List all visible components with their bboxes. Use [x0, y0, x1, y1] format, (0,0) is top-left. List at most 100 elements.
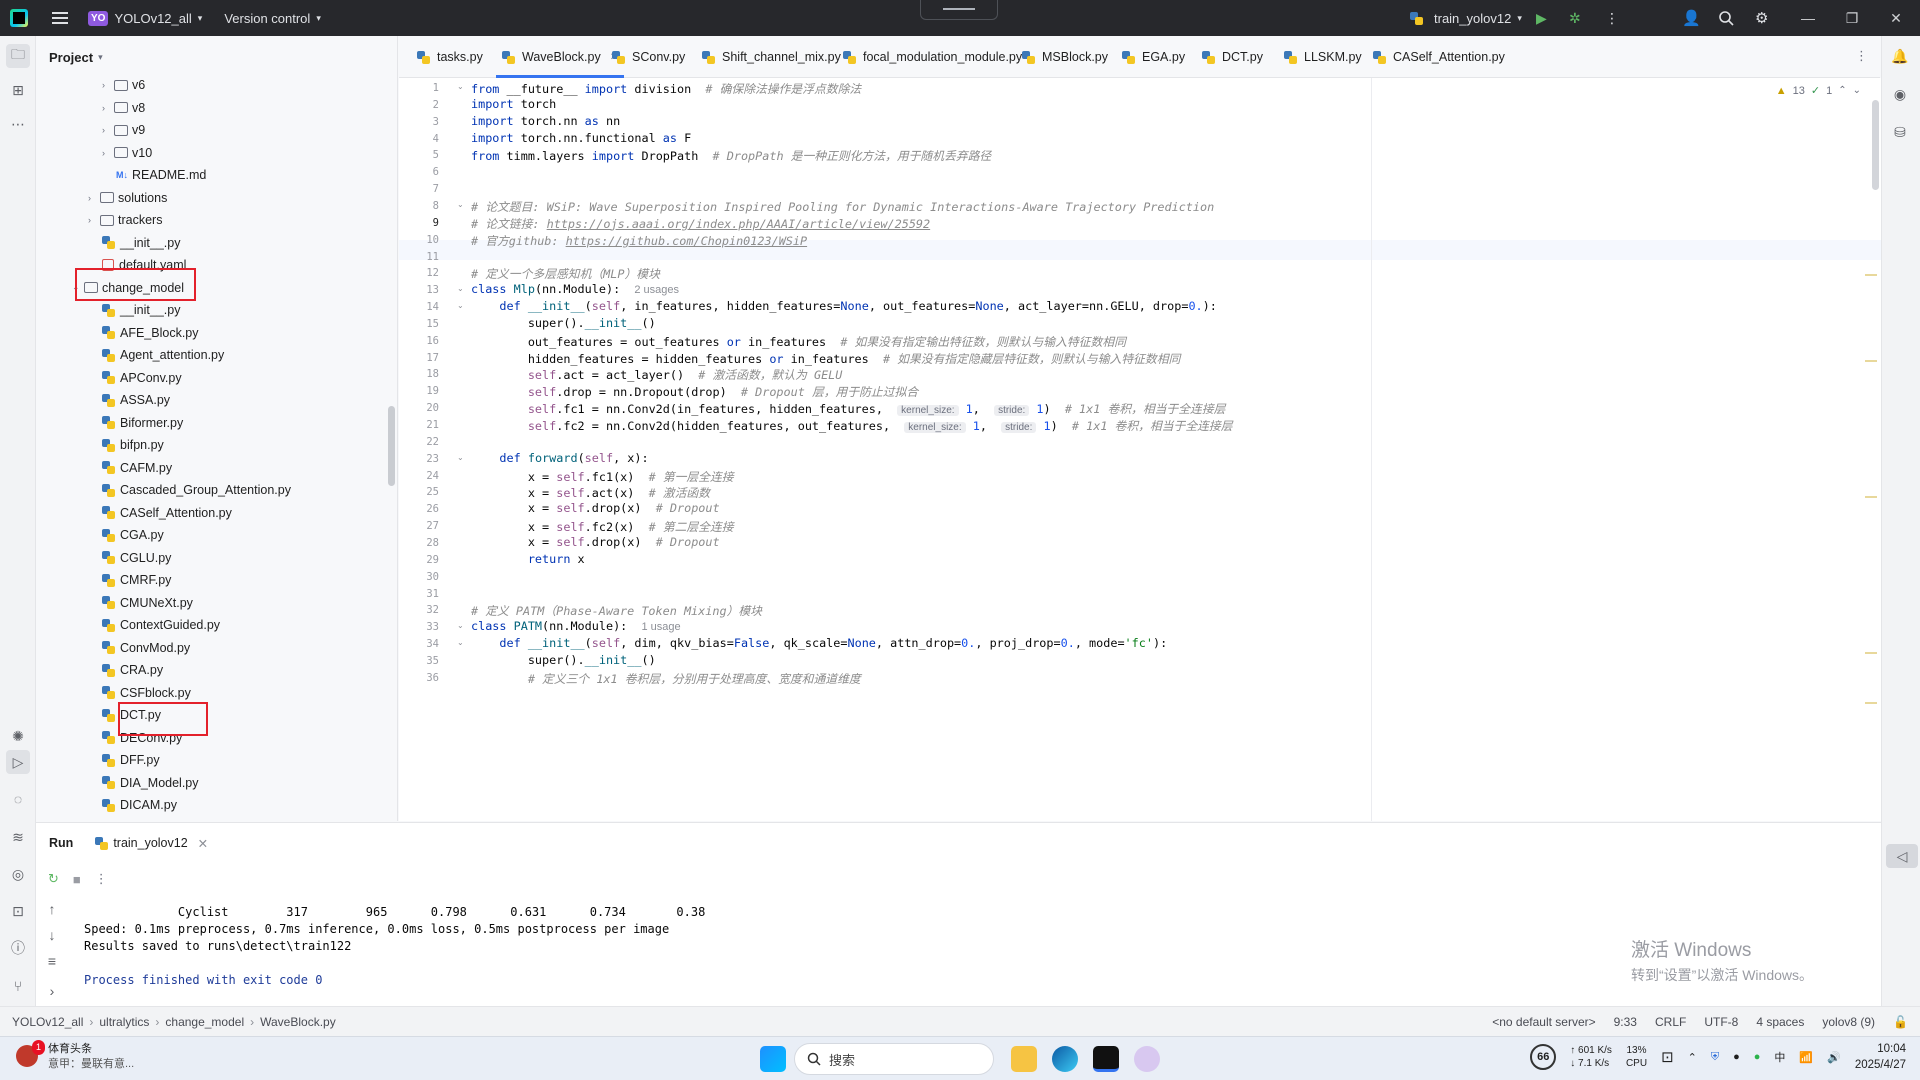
more-horizontal-icon[interactable]: ⋯: [6, 112, 30, 136]
editor-tab[interactable]: WaveBlock.py ✕: [496, 36, 625, 78]
fold-chevron-icon[interactable]: ⌄: [457, 638, 467, 647]
code-line[interactable]: # 定义三个 1x1 卷积层，分别用于处理高度、宽度和通道维度: [471, 670, 861, 687]
code-line[interactable]: # 定义 PATM（Phase-Aware Token Mixing）模块: [471, 602, 762, 619]
code-line[interactable]: self.fc1 = nn.Conv2d(in_features, hidden…: [471, 400, 1225, 417]
tree-item[interactable]: DFF.py: [88, 749, 160, 771]
tree-item[interactable]: DICAM.py: [88, 794, 177, 816]
run-icon[interactable]: ▶: [1536, 10, 1547, 27]
caret-position[interactable]: 9:33: [1614, 1015, 1637, 1029]
code-line[interactable]: class Mlp(nn.Module): 2 usages: [471, 282, 679, 296]
editor-tab[interactable]: LLSKM.py: [1278, 36, 1368, 78]
code-line[interactable]: # 论文链接: https://ojs.aaai.org/index.php/A…: [471, 215, 930, 232]
indent-setting[interactable]: 4 spaces: [1756, 1015, 1804, 1029]
main-menu-icon[interactable]: [52, 11, 68, 25]
editor-tab[interactable]: focal_modulation_module.py: [837, 36, 1028, 78]
chevron-up-icon[interactable]: ⌃: [1688, 1051, 1697, 1064]
tree-item[interactable]: CGA.py: [88, 524, 164, 546]
chevron-right-icon[interactable]: ›: [102, 103, 114, 113]
code-line[interactable]: def __init__(self, dim, qkv_bias=False, …: [471, 636, 1167, 650]
chevron-right-icon[interactable]: ›: [102, 148, 114, 158]
minimize-button[interactable]: —: [1786, 10, 1830, 27]
chevron-right-icon[interactable]: ›: [88, 193, 100, 203]
ai-assistant-icon[interactable]: ◉: [1888, 82, 1912, 106]
python-console-icon[interactable]: ◌: [6, 787, 30, 811]
code-line[interactable]: def forward(self, x):: [471, 451, 648, 465]
run-output[interactable]: Cyclist 317 965 0.798 0.631 0.734 0.38 Sp…: [84, 905, 705, 990]
tree-item[interactable]: M↓ README.md: [102, 164, 206, 186]
code-line[interactable]: return x: [471, 552, 585, 566]
arrow-up-icon[interactable]: ↑: [40, 897, 64, 921]
chevron-down-icon[interactable]: ⌄: [1853, 85, 1861, 96]
file-encoding[interactable]: UTF-8: [1704, 1015, 1738, 1029]
tree-item[interactable]: CRA.py: [88, 659, 163, 681]
tree-item[interactable]: › v8: [102, 97, 145, 119]
fold-chevron-icon[interactable]: ⌄: [457, 82, 467, 91]
code-line[interactable]: out_features = out_features or in_featur…: [471, 333, 1126, 350]
tree-item[interactable]: CMRF.py: [88, 569, 171, 591]
fold-chevron-icon[interactable]: ⌄: [457, 453, 467, 462]
editor-scrollbar[interactable]: [1872, 100, 1879, 190]
tree-item[interactable]: › v6: [102, 78, 145, 96]
bug-icon[interactable]: ✺: [6, 724, 30, 748]
rerun-icon[interactable]: ↻: [48, 871, 59, 887]
debug-icon[interactable]: ✲: [1569, 10, 1581, 27]
layers-icon[interactable]: ≋: [6, 825, 30, 849]
code-editor[interactable]: 1 2 3 4 5 6 7 8 9 10 11 12 13 14 15 16 17 18 19 20 21 22 23 24 2…: [399, 78, 1881, 821]
gear-icon[interactable]: ⚙: [1755, 9, 1768, 27]
file-explorer-icon[interactable]: [1011, 1046, 1037, 1072]
code-line[interactable]: self.fc2 = nn.Conv2d(hidden_features, ou…: [471, 417, 1233, 434]
news-widget[interactable]: 1 体育头条 意甲：曼联有意...: [16, 1040, 134, 1072]
window-drag-handle[interactable]: [920, 0, 998, 20]
add-user-icon[interactable]: 👤: [1682, 9, 1701, 27]
tabs-more-icon[interactable]: ⋮: [1855, 48, 1868, 64]
editor-tab[interactable]: MSBlock.py: [1016, 36, 1114, 78]
tree-item[interactable]: Biformer.py: [88, 412, 183, 434]
shield-icon[interactable]: ⛨: [1711, 1051, 1719, 1064]
expand-icon[interactable]: ›: [40, 979, 64, 1003]
code-line[interactable]: x = self.drop(x) # Dropout: [471, 535, 720, 549]
project-switcher[interactable]: YO YOLOv12_all ▾: [88, 10, 202, 26]
lock-icon[interactable]: 🔓: [1893, 1015, 1908, 1029]
code-line[interactable]: self.drop = nn.Dropout(drop) # Dropout 层…: [471, 383, 918, 400]
breadcrumb-item[interactable]: YOLOv12_all: [12, 1015, 83, 1029]
tree-item[interactable]: CGLU.py: [88, 547, 171, 569]
wechat-icon[interactable]: ●: [1754, 1051, 1761, 1063]
more-vertical-icon[interactable]: ⋮: [1605, 10, 1619, 27]
editor-tab[interactable]: Shift_channel_mix.py: [696, 36, 847, 78]
run-config-selector[interactable]: train_yolov12 ▾: [1410, 11, 1522, 26]
tree-item[interactable]: ContextGuided.py: [88, 614, 220, 636]
code-line[interactable]: def __init__(self, in_features, hidden_f…: [471, 299, 1216, 313]
code-line[interactable]: x = self.act(x) # 激活函数: [471, 484, 710, 501]
project-panel-header[interactable]: Project ▾: [36, 36, 397, 78]
chevron-right-icon[interactable]: ›: [102, 80, 114, 90]
editor-tab[interactable]: tasks.py: [411, 36, 489, 78]
chevron-up-icon[interactable]: ⌃: [1838, 85, 1846, 96]
more-vertical-icon[interactable]: ⋮: [95, 871, 108, 887]
tree-scrollbar[interactable]: [388, 406, 395, 486]
editor-tab[interactable]: EGA.py: [1116, 36, 1191, 78]
arrow-down-icon[interactable]: ↓: [40, 923, 64, 947]
code-line[interactable]: class PATM(nn.Module): 1 usage: [471, 619, 681, 633]
database-icon[interactable]: ⛁: [1888, 120, 1912, 144]
tree-item[interactable]: __init__.py: [88, 299, 180, 321]
tree-item[interactable]: AFE_Block.py: [88, 322, 199, 344]
tree-item[interactable]: CASelf_Attention.py: [88, 502, 232, 524]
tree-item[interactable]: ConvMod.py: [88, 637, 190, 659]
windows-start-icon[interactable]: [760, 1046, 786, 1072]
structure-icon[interactable]: ⊞: [6, 78, 30, 102]
code-line[interactable]: # 官方github: https://github.com/Chopin012…: [471, 232, 807, 249]
tree-item[interactable]: Cascaded_Group_Attention.py: [88, 479, 291, 501]
python-interpreter[interactable]: yolov8 (9): [1822, 1015, 1875, 1029]
server-widget[interactable]: <no default server>: [1492, 1015, 1595, 1029]
services-icon[interactable]: ◎: [6, 862, 30, 886]
run-tab-label[interactable]: train_yolov12: [113, 836, 187, 850]
code-line[interactable]: super().__init__(): [471, 316, 656, 330]
edge-browser-icon[interactable]: [1052, 1046, 1078, 1072]
volume-icon[interactable]: 🔊: [1827, 1051, 1841, 1064]
tree-item[interactable]: ASSA.py: [88, 389, 170, 411]
qq-icon[interactable]: ●: [1733, 1051, 1740, 1063]
tree-item[interactable]: › v10: [102, 142, 152, 164]
chevron-right-icon[interactable]: ›: [88, 215, 100, 225]
run-tool-icon[interactable]: ▷: [6, 750, 30, 774]
chat-app-icon[interactable]: [1134, 1046, 1160, 1072]
